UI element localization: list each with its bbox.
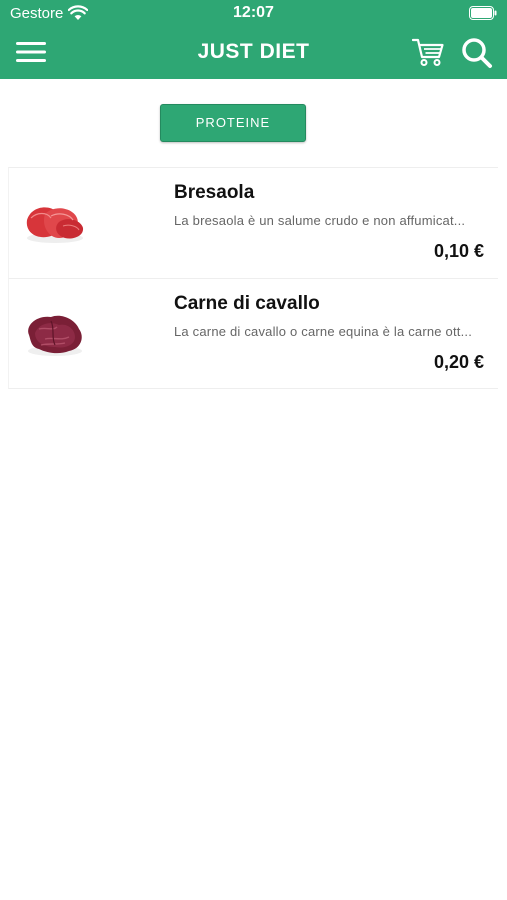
product-name: Bresaola xyxy=(174,182,255,203)
product-card[interactable]: Carne di cavallo La carne di cavallo o c… xyxy=(8,278,498,389)
product-price: 0,10 € xyxy=(433,241,484,261)
status-bar: Gestore 12:07 xyxy=(0,0,507,28)
category-button-proteine[interactable]: PROTEINE xyxy=(160,104,306,142)
app-header: Gestore 12:07 JUST DIET xyxy=(0,0,507,79)
product-description: La carne di cavallo o carne equina è la … xyxy=(174,324,473,339)
product-card[interactable]: Bresaola La bresaola è un salume crudo e… xyxy=(8,167,498,278)
status-time: 12:07 xyxy=(233,4,274,21)
bresaola-image xyxy=(26,207,84,243)
search-icon[interactable] xyxy=(461,37,493,69)
product-description: La bresaola è un salume crudo e non affu… xyxy=(174,213,466,228)
horse-meat-image xyxy=(28,315,82,356)
menu-icon[interactable] xyxy=(16,40,46,64)
nav-bar: JUST DIET xyxy=(0,28,507,79)
product-price: 0,20 € xyxy=(433,352,484,372)
battery-icon xyxy=(469,6,497,20)
product-name: Carne di cavallo xyxy=(174,293,320,314)
product-list: Bresaola La bresaola è un salume crudo e… xyxy=(8,167,498,389)
cart-icon[interactable] xyxy=(412,37,444,67)
